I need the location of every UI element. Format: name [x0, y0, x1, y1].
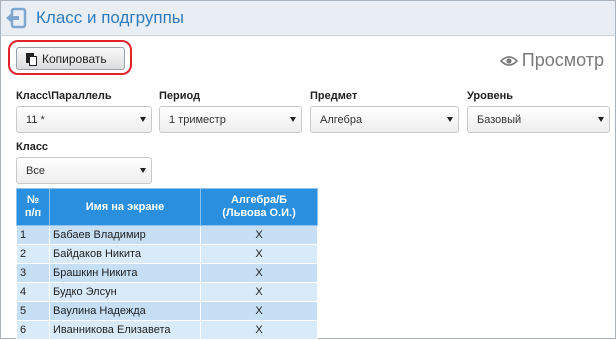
student-name: Брашкин Никита	[49, 263, 201, 283]
subject-label: Предмет	[310, 90, 358, 102]
copy-button-label: Копировать	[42, 51, 107, 66]
period-value: 1 триместр	[169, 114, 226, 126]
table-row[interactable]: 5 Ваулина Надежда X	[16, 301, 318, 321]
level-value: Базовый	[477, 114, 522, 126]
subgroup-mark[interactable]: X	[200, 263, 318, 283]
copy-icon	[26, 52, 37, 66]
chevron-down-icon	[140, 117, 146, 122]
header-num-line1: №	[26, 194, 40, 206]
student-name: Иванникова Елизавета	[49, 320, 201, 340]
title-bar: Класс и подгруппы	[1, 1, 615, 36]
row-number: 1	[16, 225, 50, 245]
row-number: 6	[16, 320, 50, 340]
class-parallel-select[interactable]: 11 *	[16, 106, 152, 133]
period-label: Период	[159, 90, 201, 102]
table-row[interactable]: 6 Иванникова Елизавета X	[16, 320, 318, 340]
subject-select[interactable]: Алгебра	[310, 106, 459, 133]
window-frame: Класс и подгруппы Копировать Просмотр Кл…	[0, 0, 616, 340]
class-parallel-value: 11 *	[26, 114, 45, 126]
class-value: Все	[26, 165, 45, 177]
level-label: Уровень	[467, 90, 514, 102]
header-subject-line1: Алгебра/Б	[230, 194, 288, 206]
student-name: Ваулина Надежда	[49, 301, 201, 321]
student-name: Байдаков Никита	[49, 244, 201, 264]
class-label: Класс	[16, 141, 49, 153]
column-header-name: Имя на экране	[49, 188, 201, 226]
column-header-subject: Алгебра/Б (Львова О.И.)	[200, 188, 318, 226]
period-select[interactable]: 1 триместр	[159, 106, 302, 133]
table-header-row: № п/п Имя на экране Алгебра/Б (Львова О.…	[16, 188, 318, 226]
column-header-number: № п/п	[16, 188, 50, 226]
student-name: Бабаев Владимир	[49, 225, 201, 245]
subgroup-mark[interactable]: X	[200, 320, 318, 340]
class-parallel-label: Класс\Параллель	[16, 90, 112, 102]
page-title: Класс и подгруппы	[36, 8, 185, 27]
row-number: 5	[16, 301, 50, 321]
preview-label: Просмотр	[521, 50, 604, 70]
subgroup-mark[interactable]: X	[200, 244, 318, 264]
header-subject-line2: (Львова О.И.)	[222, 207, 296, 219]
students-table: № п/п Имя на экране Алгебра/Б (Львова О.…	[16, 188, 318, 340]
chevron-down-icon	[140, 168, 146, 173]
level-select[interactable]: Базовый	[467, 106, 610, 133]
subgroup-mark[interactable]: X	[200, 301, 318, 321]
chevron-down-icon	[447, 117, 453, 122]
chevron-down-icon	[290, 117, 296, 122]
class-select[interactable]: Все	[16, 157, 152, 184]
header-num-line2: п/п	[24, 207, 42, 219]
preview-button[interactable]: Просмотр	[499, 50, 604, 71]
student-name: Будко Элсун	[49, 282, 201, 302]
copy-button[interactable]: Копировать	[16, 47, 125, 70]
back-icon[interactable]	[5, 7, 27, 29]
table-row[interactable]: 2 Байдаков Никита X	[16, 244, 318, 264]
chevron-down-icon	[598, 117, 604, 122]
table-row[interactable]: 3 Брашкин Никита X	[16, 263, 318, 283]
subject-value: Алгебра	[320, 114, 363, 126]
eye-icon	[499, 55, 518, 66]
row-number: 4	[16, 282, 50, 302]
table-row[interactable]: 1 Бабаев Владимир X	[16, 225, 318, 245]
row-number: 3	[16, 263, 50, 283]
subgroup-mark[interactable]: X	[200, 282, 318, 302]
subgroup-mark[interactable]: X	[200, 225, 318, 245]
table-row[interactable]: 4 Будко Элсун X	[16, 282, 318, 302]
row-number: 2	[16, 244, 50, 264]
